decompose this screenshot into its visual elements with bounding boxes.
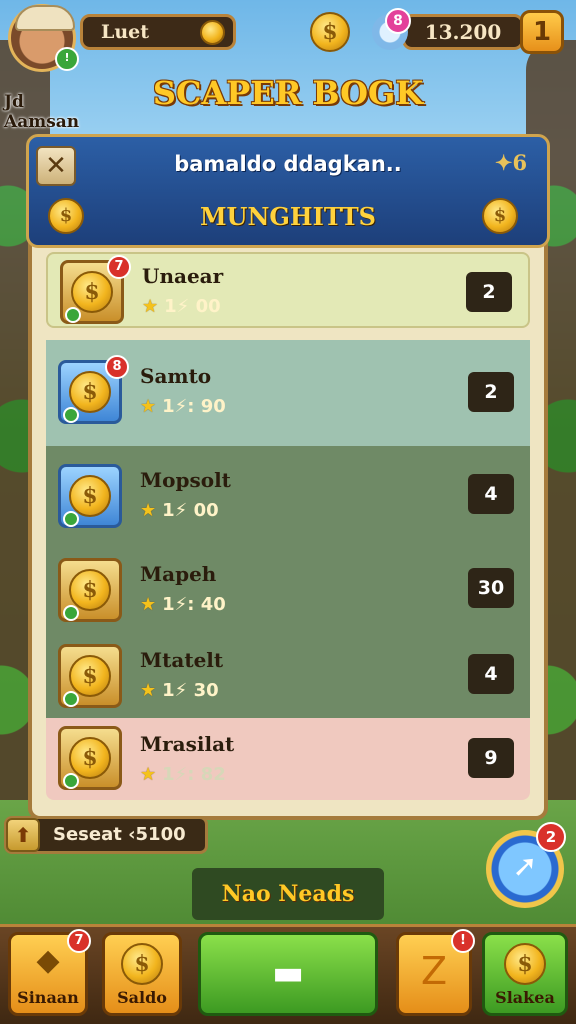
nav-button-center[interactable]: ▬ [198, 932, 378, 1016]
lightning-icon: Z [420, 949, 448, 993]
coin-icon: $ [69, 655, 111, 697]
item-name: Samto [140, 364, 212, 388]
item-stat-value: 1⚡ 00 [162, 500, 219, 521]
item-name: Mtatelt [140, 648, 224, 672]
coin-icon: $ [482, 198, 518, 234]
hat-icon [15, 5, 75, 31]
bonus-label: Seseat ‹5100 [53, 824, 186, 845]
item-quantity: 2 [466, 272, 512, 312]
panel-title: bamaldo ddagkan.. [174, 152, 402, 176]
item-badge: 8 [105, 355, 129, 379]
coin-icon: $ [121, 943, 163, 985]
item-name: Mrasilat [140, 732, 235, 756]
top-left-label: Luet [101, 21, 150, 43]
currency-value: 13.200 [424, 20, 502, 44]
item-stat-value: 1⚡: 90 [162, 396, 226, 417]
nav-button-zap[interactable]: Z ! [396, 929, 475, 1016]
rocket-icon: ➚ [512, 849, 538, 884]
player-name: Jd Aamsan [4, 92, 80, 132]
item-stat: ★ 1⚡ 00 [142, 296, 221, 317]
item-quantity: 9 [468, 738, 514, 778]
nav-label: Slakea [495, 988, 555, 1007]
nav-button-slakea[interactable]: $ Slakea [482, 932, 568, 1016]
coin-stack-icon: $ [58, 464, 122, 528]
item-quantity: 4 [468, 474, 514, 514]
item-stat: ★ 1⚡: 90 [140, 396, 226, 417]
item-stat: ★ 1⚡: 82 [140, 764, 226, 785]
coin-icon: $ [69, 371, 111, 413]
star-icon: ★ [142, 296, 159, 317]
item-stat: ★ 1⚡: 40 [140, 594, 226, 615]
star-icon: ★ [140, 680, 157, 701]
next-button[interactable]: Nao Neads [192, 868, 384, 920]
status-dot-icon [63, 605, 79, 621]
item-stat: ★ 1⚡ 00 [140, 500, 219, 521]
nav-badge: 7 [67, 929, 91, 953]
currency-pill: 13.200 [402, 14, 524, 50]
coin-icon[interactable]: $ [310, 12, 350, 52]
star-icon: ★ [140, 764, 157, 785]
status-dot-icon [63, 773, 79, 789]
item-stat-value: 1⚡ 30 [162, 680, 219, 701]
list-item[interactable]: $ Mapeh ★ 1⚡: 40 30 [46, 552, 530, 634]
item-name: Mapeh [140, 562, 217, 586]
panel-count: ✦6 [494, 150, 528, 175]
item-quantity: 30 [468, 568, 514, 608]
item-name: Unaear [142, 264, 224, 288]
coin-pile-icon: $ [58, 558, 122, 622]
nav-button-saldo[interactable]: $ Saldo [102, 932, 182, 1016]
status-dot-icon [63, 407, 79, 423]
top-left-pill[interactable]: Luet [80, 14, 236, 50]
star-icon: ★ [140, 594, 157, 615]
game-title: SCAPER BOGK [152, 74, 424, 112]
avatar-badge: ! [55, 47, 79, 71]
coin-icon: $ [48, 198, 84, 234]
ticket-icon: ◆ [36, 943, 60, 978]
item-quantity: 4 [468, 654, 514, 694]
status-dot-icon [63, 691, 79, 707]
add-currency-button[interactable]: 1 [520, 10, 564, 54]
nav-badge: ! [451, 929, 475, 953]
nav-label: Sinaan [17, 988, 79, 1007]
list-item[interactable]: $ 7 Unaear ★ 1⚡ 00 2 [46, 252, 530, 328]
item-stat-value: 1⚡ 00 [164, 296, 221, 317]
coin-icon: $ [69, 475, 111, 517]
gem-badge: 8 [385, 8, 411, 34]
status-dot-icon [65, 307, 81, 323]
coin-icon-frame: $ [58, 644, 122, 708]
list-item[interactable]: $ Mrasilat ★ 1⚡: 82 9 [46, 718, 530, 800]
star-icon: ★ [140, 500, 157, 521]
coin-icon [200, 20, 225, 45]
star-icon: ★ [140, 396, 157, 417]
panel-subtitle: MUNGHITTS [199, 202, 377, 231]
coin-stack-icon: $ 8 [58, 355, 129, 424]
item-stat-value: 1⚡: 40 [162, 594, 226, 615]
list-item[interactable]: $ Mtatelt ★ 1⚡ 30 4 [46, 638, 530, 718]
gold-bar-icon: $ 7 [60, 255, 131, 324]
item-stat-value: 1⚡: 82 [162, 764, 226, 785]
nav-button-sinaan[interactable]: ◆ 7 Sinaan [8, 929, 91, 1016]
coin-icon: $ [504, 943, 546, 985]
item-quantity: 2 [468, 372, 514, 412]
coin-icon: $ [69, 569, 111, 611]
item-stat: ★ 1⚡ 30 [140, 680, 219, 701]
rocket-badge: 2 [536, 822, 566, 852]
bone-icon: ▬ [271, 953, 305, 993]
coin-pile-icon: $ [58, 726, 122, 790]
up-arrow-icon: ⬆ [6, 818, 40, 852]
status-dot-icon [63, 511, 79, 527]
nav-label: Saldo [117, 988, 167, 1007]
list-item[interactable]: $ Mopsolt ★ 1⚡ 00 4 [46, 458, 530, 544]
close-button[interactable]: ✕ [36, 146, 76, 186]
coin-icon: $ [71, 271, 113, 313]
item-name: Mopsolt [140, 468, 231, 492]
player-avatar[interactable]: ! [8, 4, 79, 72]
item-badge: 7 [107, 255, 131, 279]
coin-icon: $ [69, 737, 111, 779]
list-item[interactable]: $ 8 Samto ★ 1⚡: 90 2 [46, 340, 530, 446]
